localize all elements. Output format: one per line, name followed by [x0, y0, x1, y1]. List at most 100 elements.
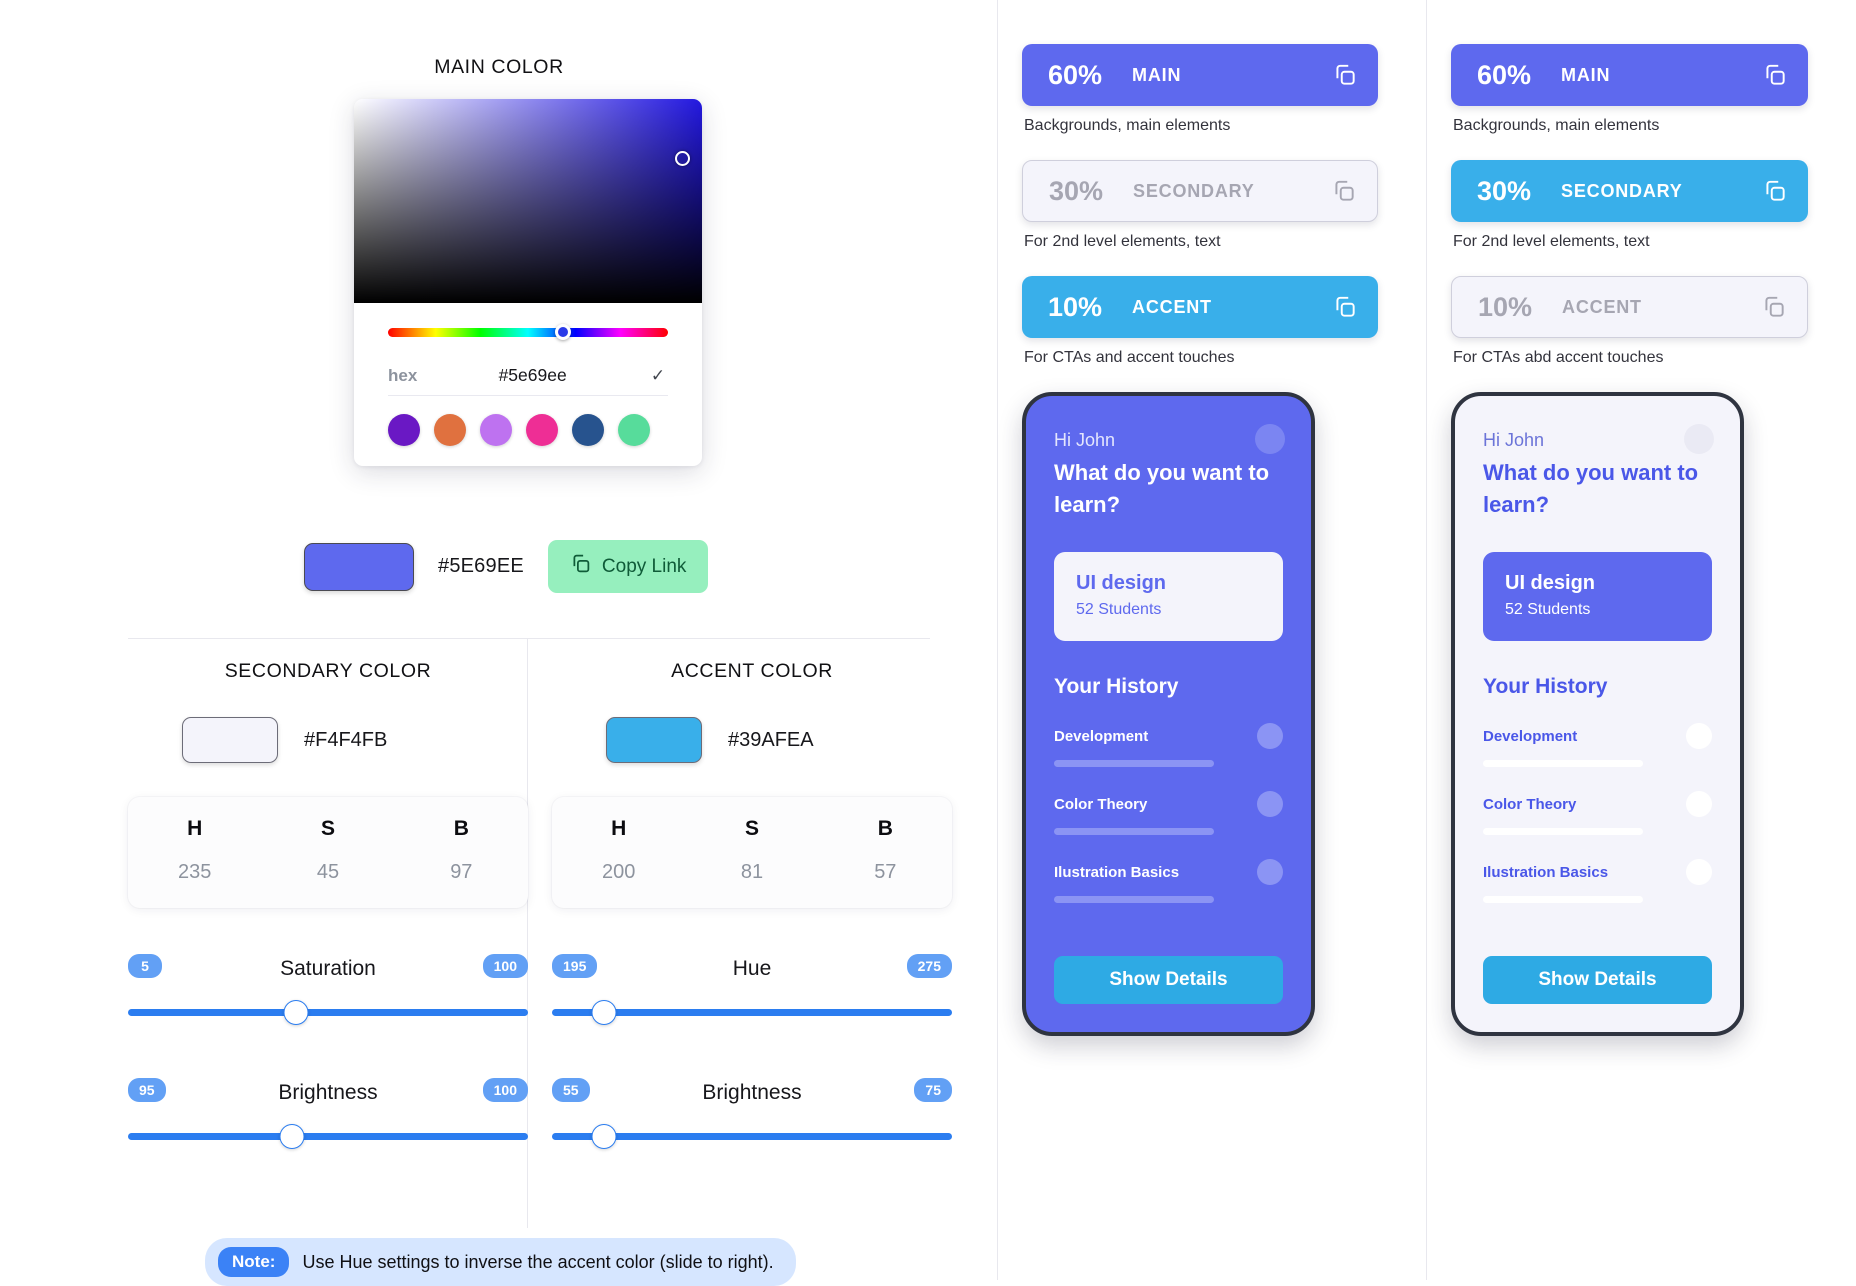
secondary-brightness-label: Brightness: [278, 1081, 378, 1104]
copy-icon[interactable]: [1762, 62, 1788, 88]
copy-icon[interactable]: [1331, 178, 1357, 204]
copy-icon[interactable]: [1762, 178, 1788, 204]
history-item-dot[interactable]: [1686, 791, 1712, 818]
accent-brightness-slider-group: 55 Brightness 75: [552, 1078, 952, 1156]
hue-max-badge: 275: [906, 954, 952, 978]
check-icon[interactable]: ✓: [648, 366, 668, 386]
progress-bar: [1483, 760, 1643, 768]
ratio-bar-main-inverse[interactable]: 60% MAIN: [1451, 44, 1808, 106]
phone-mockup-main: Hi John What do you want to learn? UI de…: [1022, 392, 1315, 1036]
swatch-pink[interactable]: [526, 414, 558, 446]
ratio-bar-secondary-inverse[interactable]: 30% SECONDARY: [1451, 160, 1808, 222]
list-item[interactable]: Development: [1054, 723, 1283, 768]
copy-icon[interactable]: [1761, 294, 1787, 320]
course-card[interactable]: UI design 52 Students: [1054, 552, 1283, 642]
swatch-navy[interactable]: [572, 414, 604, 446]
secondary-hsb-h: H 235: [128, 817, 261, 884]
secondary-color-heading: SECONDARY COLOR: [224, 660, 432, 682]
main-color-heading: MAIN COLOR: [434, 56, 564, 78]
copy-icon[interactable]: [1332, 62, 1358, 88]
swatch-mint[interactable]: [618, 414, 650, 446]
color-picker-popover[interactable]: hex #5e69ee ✓: [354, 99, 702, 466]
accent-hsb-h: H 200: [552, 817, 685, 884]
ratio-row-accent-inverse: 10% ACCENT For CTAs abd accent touches: [1451, 276, 1808, 367]
swatch-light-purple[interactable]: [480, 414, 512, 446]
hex-label: hex: [388, 365, 418, 385]
variant-main: 60% MAIN Backgrounds, main elements 30% …: [998, 0, 1427, 1280]
ratio-row-accent: 10% ACCENT For CTAs and accent touches: [1022, 276, 1378, 367]
hex-input[interactable]: #5e69ee: [423, 365, 642, 386]
hue-track[interactable]: [388, 328, 668, 337]
phone-mockup-inverse: Hi John What do you want to learn? UI de…: [1451, 392, 1744, 1036]
ratio-pct-main: 60%: [1048, 59, 1103, 90]
show-details-button[interactable]: Show Details: [1054, 956, 1283, 1004]
ratio-row-secondary-inverse: 30% SECONDARY For 2nd level elements, te…: [1451, 160, 1808, 251]
list-item[interactable]: Color Theory: [1483, 791, 1712, 836]
list-item[interactable]: Ilustration Basics: [1054, 859, 1283, 904]
accent-brightness-thumb[interactable]: [591, 1124, 617, 1149]
course-title: UI design: [1505, 572, 1596, 595]
copy-link-button[interactable]: Copy Link: [547, 540, 709, 593]
hsb-key-s: S: [320, 817, 335, 840]
secondary-hsb-card: H 235 S 45 B 97: [128, 797, 528, 908]
saturation-slider-group: 5 Saturation 100: [128, 954, 528, 1032]
picker-handle[interactable]: [675, 151, 690, 166]
accent-hsb-value-h: 200: [601, 861, 636, 883]
saturation-brightness-field[interactable]: [354, 99, 702, 303]
hue-range-thumb[interactable]: [591, 1000, 617, 1025]
hsb-value-b: 97: [450, 861, 473, 883]
swatch-violet[interactable]: [388, 414, 420, 446]
saturation-slider-head: 5 Saturation 100: [128, 954, 528, 984]
history-item-dot[interactable]: [1257, 859, 1283, 886]
ratio-label-main-inverse: MAIN: [1561, 64, 1611, 85]
accent-brightness-slider[interactable]: [552, 1124, 952, 1150]
secondary-brightness-track[interactable]: [128, 1133, 528, 1140]
history-item-dot[interactable]: [1257, 791, 1283, 818]
history-item-label: Ilustration Basics: [1483, 863, 1609, 881]
hue-slider-group: 195 Hue 275: [552, 954, 952, 1032]
secondary-color-chip[interactable]: [182, 717, 278, 763]
hue-slider[interactable]: [388, 324, 668, 340]
ratio-bar-main[interactable]: 60% MAIN: [1022, 44, 1378, 106]
main-color-hex: #5E69EE: [438, 555, 524, 577]
saturation-thumb[interactable]: [283, 1000, 309, 1025]
ratio-label-accent: ACCENT: [1132, 296, 1212, 317]
color-editor-panel: MAIN COLOR hex #5e69ee ✓ #5E69EE Copy Li…: [0, 0, 998, 1286]
ratio-caption-secondary: For 2nd level elements, text: [1024, 233, 1221, 250]
ratio-bar-accent-inverse[interactable]: 10% ACCENT: [1451, 276, 1808, 338]
accent-color-chip[interactable]: [606, 717, 702, 763]
copy-link-label: Copy Link: [601, 555, 687, 577]
accent-hsb-key-s: S: [744, 817, 759, 840]
swatch-orange[interactable]: [434, 414, 466, 446]
history-item-dot[interactable]: [1257, 723, 1283, 750]
accent-color-block: ACCENT COLOR #39AFEA H 200 S 81 B 57 195…: [552, 660, 952, 1156]
secondary-brightness-slider-group: 95 Brightness 100: [128, 1078, 528, 1156]
secondary-brightness-head: 95 Brightness 100: [128, 1078, 528, 1108]
secondary-color-block: SECONDARY COLOR #F4F4FB H 235 S 45 B 97: [128, 660, 528, 1156]
copy-icon[interactable]: [1332, 294, 1358, 320]
ratio-pct-secondary-inverse: 30%: [1477, 175, 1532, 206]
secondary-brightness-slider[interactable]: [128, 1124, 528, 1150]
history-item-dot[interactable]: [1686, 723, 1712, 750]
saturation-slider[interactable]: [128, 1000, 528, 1026]
avatar[interactable]: [1684, 424, 1714, 454]
hue-label: Hue: [732, 957, 772, 980]
history-item-dot[interactable]: [1686, 859, 1712, 886]
hue-range-slider[interactable]: [552, 1000, 952, 1026]
ratio-bar-secondary[interactable]: 30% SECONDARY: [1022, 160, 1378, 222]
preset-swatches: [388, 396, 668, 446]
secondary-brightness-thumb[interactable]: [279, 1124, 305, 1149]
list-item[interactable]: Color Theory: [1054, 791, 1283, 836]
secondary-hsb-b: B 97: [395, 817, 528, 884]
main-color-chip[interactable]: [304, 542, 414, 591]
list-item[interactable]: Development: [1483, 723, 1712, 768]
show-details-button[interactable]: Show Details: [1483, 956, 1712, 1004]
course-card[interactable]: UI design 52 Students: [1483, 552, 1712, 642]
ratio-bar-accent[interactable]: 10% ACCENT: [1022, 276, 1378, 338]
avatar[interactable]: [1255, 424, 1285, 454]
saturation-track[interactable]: [128, 1009, 528, 1016]
hsb-key-b: B: [453, 817, 469, 840]
hex-input-row[interactable]: hex #5e69ee ✓: [388, 365, 668, 396]
list-item[interactable]: Ilustration Basics: [1483, 859, 1712, 904]
hue-thumb[interactable]: [555, 324, 571, 340]
